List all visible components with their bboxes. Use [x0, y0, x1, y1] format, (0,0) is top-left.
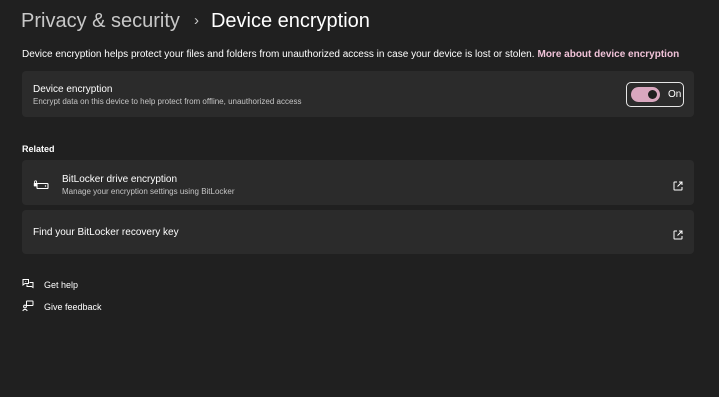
breadcrumb: Privacy & security › Device encryption [21, 10, 370, 33]
toggle-knob [648, 90, 657, 99]
device-encryption-card: Device encryption Encrypt data on this d… [22, 71, 694, 117]
related-heading: Related [22, 144, 55, 154]
settings-page: Privacy & security › Device encryption D… [0, 0, 719, 397]
device-encryption-title: Device encryption [33, 84, 113, 95]
find-recovery-key-link[interactable]: Find your BitLocker recovery key [22, 210, 694, 254]
page-description: Device encryption helps protect your fil… [22, 49, 702, 60]
bitlocker-title: BitLocker drive encryption [62, 174, 178, 185]
help-chat-icon [22, 278, 34, 292]
feedback-icon [22, 300, 34, 314]
drive-lock-icon [33, 177, 49, 195]
bitlocker-drive-encryption-link[interactable]: BitLocker drive encryption Manage your e… [22, 160, 694, 205]
open-external-icon [673, 178, 683, 196]
breadcrumb-privacy-security[interactable]: Privacy & security [21, 10, 180, 33]
get-help-link[interactable]: Get help [22, 278, 78, 292]
page-title: Device encryption [210, 10, 370, 32]
toggle-state-label: On [668, 89, 682, 100]
description-text: Device encryption helps protect your fil… [22, 49, 535, 60]
breadcrumb-separator: › [193, 12, 199, 29]
recovery-key-title: Find your BitLocker recovery key [33, 227, 179, 238]
give-feedback-link[interactable]: Give feedback [22, 300, 102, 314]
give-feedback-label: Give feedback [44, 302, 102, 312]
more-about-encryption-link[interactable]: More about device encryption [537, 49, 679, 60]
device-encryption-subtitle: Encrypt data on this device to help prot… [33, 97, 302, 106]
toggle-switch[interactable] [631, 87, 660, 102]
device-encryption-toggle[interactable]: On [626, 82, 684, 107]
bitlocker-subtitle: Manage your encryption settings using Bi… [62, 187, 235, 196]
get-help-label: Get help [44, 280, 79, 290]
open-external-icon [673, 227, 683, 245]
